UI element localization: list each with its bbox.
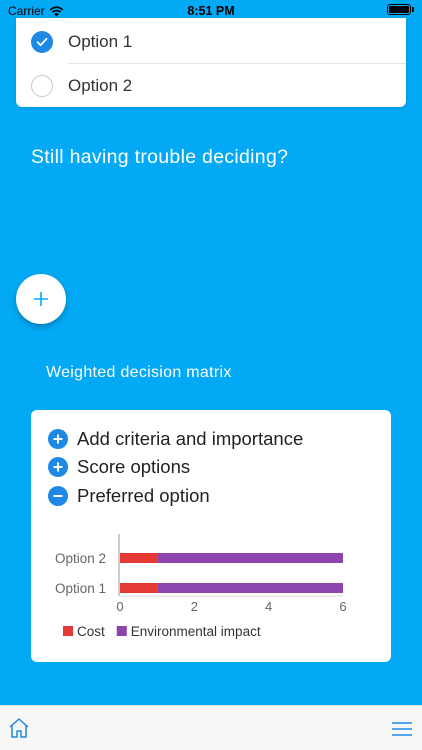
legend-swatch xyxy=(116,626,127,636)
bottom-nav-bar xyxy=(0,705,422,750)
status-time: 8:51 PM xyxy=(187,4,235,18)
step-preferred-option[interactable]: Preferred option xyxy=(48,485,210,507)
home-icon[interactable] xyxy=(7,716,31,740)
option-row-1[interactable]: Option 1 xyxy=(16,20,406,64)
legend-label: Cost xyxy=(77,624,105,639)
options-card: Option 1 Option 2 xyxy=(16,18,406,107)
option-row-2[interactable]: Option 2 xyxy=(16,64,406,108)
plus-circle-icon xyxy=(48,457,68,477)
section-title: Weighted decision matrix xyxy=(46,364,232,381)
category-label: Option 1 xyxy=(55,581,106,596)
option-label: Option 1 xyxy=(68,32,133,51)
legend-swatch xyxy=(63,626,73,636)
plus-icon xyxy=(34,292,48,306)
step-label: Add criteria and importance xyxy=(77,428,304,449)
x-tick-label: 2 xyxy=(191,599,198,614)
plus-circle-icon xyxy=(48,429,68,449)
legend-label: Environmental impact xyxy=(131,624,261,639)
bar-environmental-impact xyxy=(157,583,343,593)
x-tick-label: 0 xyxy=(116,599,123,614)
minus-circle-icon xyxy=(48,486,68,506)
checked-radio-icon[interactable] xyxy=(31,31,53,53)
x-tick-label: 6 xyxy=(339,599,346,614)
x-tick-label: 4 xyxy=(265,599,272,614)
decision-chart: Option 2 Option 1 0 2 4 6 Cost Environmental im… xyxy=(55,534,347,639)
unchecked-radio-icon[interactable] xyxy=(31,75,53,97)
question-text: Still having trouble deciding? xyxy=(31,146,289,168)
step-score-options[interactable]: Score options xyxy=(48,456,190,478)
add-button[interactable] xyxy=(16,274,66,324)
bar-environmental-impact xyxy=(157,553,343,563)
step-label: Preferred option xyxy=(77,485,210,506)
matrix-card: Add criteria and importance Score option… xyxy=(31,410,391,662)
hamburger-menu-icon[interactable] xyxy=(392,722,412,736)
bar-cost xyxy=(120,553,158,563)
step-add-criteria[interactable]: Add criteria and importance xyxy=(48,428,303,450)
step-label: Score options xyxy=(77,456,191,477)
battery-icon xyxy=(387,4,414,15)
option-label: Option 2 xyxy=(68,76,133,95)
bar-cost xyxy=(120,583,158,593)
category-label: Option 2 xyxy=(55,551,106,566)
